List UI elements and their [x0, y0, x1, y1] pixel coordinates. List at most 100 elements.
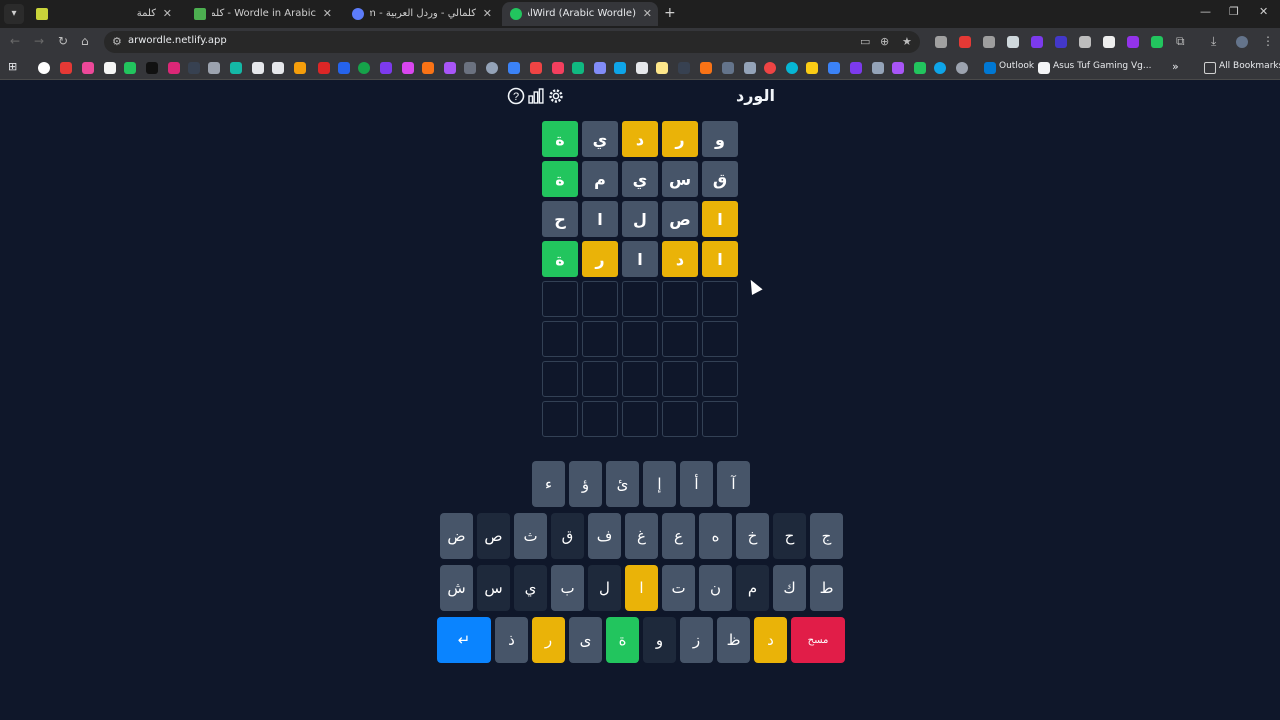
bookmark-icon[interactable] — [764, 62, 776, 74]
bookmark-icon[interactable] — [464, 62, 476, 74]
keyboard-key[interactable]: ق — [551, 513, 584, 559]
outlook-icon[interactable] — [984, 62, 996, 74]
tab-close-icon[interactable]: ✕ — [323, 2, 332, 26]
bookmark-icon[interactable] — [380, 62, 392, 74]
bookmark-icon[interactable] — [146, 62, 158, 74]
keyboard-key[interactable]: ر — [532, 617, 565, 663]
keyboard-key[interactable]: ز — [680, 617, 713, 663]
bookmark-icon[interactable] — [422, 62, 434, 74]
extension-icon[interactable] — [983, 36, 995, 48]
keyboard-key[interactable]: ف — [588, 513, 621, 559]
profile-avatar[interactable] — [1236, 36, 1248, 48]
bookmark-icon[interactable] — [358, 62, 370, 74]
keyboard-key[interactable]: ب — [551, 565, 584, 611]
bookmark-icon[interactable] — [850, 62, 862, 74]
keyboard-key[interactable]: آ — [717, 461, 750, 507]
reload-icon[interactable]: ↻ — [58, 34, 68, 48]
cast-icon[interactable]: ▭ — [860, 35, 870, 48]
minimize-icon[interactable]: — — [1200, 5, 1211, 18]
keyboard-key[interactable]: ع — [662, 513, 695, 559]
keyboard-key[interactable]: ن — [699, 565, 732, 611]
keyboard-key[interactable]: ط — [810, 565, 843, 611]
bookmark-icon[interactable] — [678, 62, 690, 74]
keyboard-key[interactable]: ء — [532, 461, 565, 507]
bookmark-icon[interactable] — [38, 62, 50, 74]
zoom-icon[interactable]: ⊕ — [880, 35, 889, 48]
bookmark-outlook[interactable]: Outlook — [999, 61, 1034, 71]
keyboard-key[interactable]: ا — [625, 565, 658, 611]
help-icon[interactable]: ? — [507, 87, 525, 105]
bookmark-icon[interactable] — [636, 62, 648, 74]
close-window-icon[interactable]: ✕ — [1259, 5, 1268, 18]
download-icon[interactable]: ⤓ — [1211, 34, 1216, 49]
bookmark-icon[interactable] — [444, 62, 456, 74]
bookmark-icon[interactable] — [60, 62, 72, 74]
bookmark-icon[interactable] — [272, 62, 284, 74]
keyboard-key[interactable]: ئ — [606, 461, 639, 507]
tab-close-icon[interactable]: ✕ — [483, 2, 492, 26]
forward-icon[interactable]: → — [34, 34, 44, 48]
apps-icon[interactable]: ⊞ — [8, 60, 17, 73]
extension-icon[interactable] — [1151, 36, 1163, 48]
new-tab-icon[interactable]: + — [664, 5, 676, 21]
tab-kalima[interactable]: كلمة ✕ — [28, 2, 178, 26]
bookmark-icon[interactable] — [572, 62, 584, 74]
keyboard-key[interactable]: ج — [810, 513, 843, 559]
extensions-puzzle-icon[interactable]: ⧉ — [1176, 34, 1185, 49]
bookmark-icon[interactable] — [806, 62, 818, 74]
delete-key[interactable]: مسح — [791, 617, 845, 663]
extension-icon[interactable] — [1031, 36, 1043, 48]
keyboard-key[interactable]: ض — [440, 513, 473, 559]
bookmark-icon[interactable] — [104, 62, 116, 74]
keyboard-key[interactable]: ى — [569, 617, 602, 663]
keyboard-key[interactable]: إ — [643, 461, 676, 507]
keyboard-key[interactable]: م — [736, 565, 769, 611]
keyboard-key[interactable]: خ — [736, 513, 769, 559]
keyboard-key[interactable]: ل — [588, 565, 621, 611]
keyboard-key[interactable]: ث — [514, 513, 547, 559]
keyboard-key[interactable]: و — [643, 617, 676, 663]
menu-icon[interactable]: ⋮ — [1262, 34, 1274, 48]
bookmark-icon[interactable] — [82, 62, 94, 74]
keyboard-key[interactable]: أ — [680, 461, 713, 507]
home-icon[interactable]: ⌂ — [81, 34, 89, 48]
all-bookmarks[interactable]: All Bookmarks — [1219, 61, 1280, 71]
bookmark-icon[interactable] — [486, 62, 498, 74]
keyboard-key[interactable]: س — [477, 565, 510, 611]
bookmark-icon[interactable] — [338, 62, 350, 74]
stats-icon[interactable] — [527, 87, 545, 105]
bookmark-asus[interactable]: Asus Tuf Gaming Vg... — [1053, 61, 1151, 71]
bookmark-icon[interactable] — [914, 62, 926, 74]
bookmark-icon[interactable] — [700, 62, 712, 74]
keyboard-key[interactable]: غ — [625, 513, 658, 559]
bookmark-icon[interactable] — [594, 62, 606, 74]
bookmark-icon[interactable] — [934, 62, 946, 74]
tab-search-icon[interactable]: ▾ — [4, 4, 24, 24]
bookmark-icon[interactable] — [828, 62, 840, 74]
bookmark-icon[interactable] — [552, 62, 564, 74]
bookmark-icon[interactable] — [168, 62, 180, 74]
bookmark-icon[interactable] — [508, 62, 520, 74]
bookmark-icon[interactable] — [188, 62, 200, 74]
bookmark-icon[interactable] — [402, 62, 414, 74]
keyboard-key[interactable]: ت — [662, 565, 695, 611]
bookmark-icon[interactable] — [744, 62, 756, 74]
keyboard-key[interactable]: د — [754, 617, 787, 663]
bookmark-icon[interactable] — [530, 62, 542, 74]
amazon-icon[interactable] — [1038, 62, 1050, 74]
bookmark-icon[interactable] — [294, 62, 306, 74]
keyboard-key[interactable]: ظ — [717, 617, 750, 663]
tab-wordle-in-arabic[interactable]: Wordle in Arabic - كلمات ✕ — [186, 2, 338, 26]
bookmark-icon[interactable] — [656, 62, 668, 74]
extension-icon[interactable] — [1079, 36, 1091, 48]
back-icon[interactable]: ← — [10, 34, 20, 48]
bookmark-icon[interactable] — [318, 62, 330, 74]
keyboard-key[interactable]: ه — [699, 513, 732, 559]
globe-icon[interactable] — [956, 62, 968, 74]
bookmark-icon[interactable] — [230, 62, 242, 74]
keyboard-key[interactable]: ص — [477, 513, 510, 559]
bookmark-star-icon[interactable]: ★ — [902, 35, 912, 48]
tab-alwird[interactable]: AlWird (Arabic Wordle) - الورد ✕ — [502, 2, 658, 26]
keyboard-key[interactable]: ح — [773, 513, 806, 559]
extension-icon[interactable] — [1055, 36, 1067, 48]
